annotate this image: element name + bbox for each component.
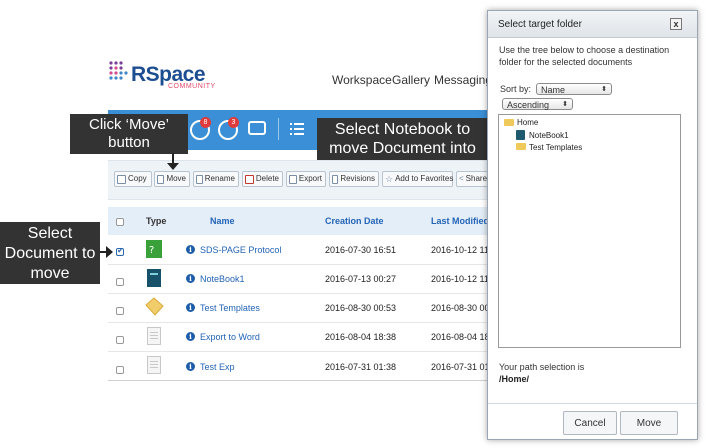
list-view-icon[interactable] [290, 123, 304, 135]
row-checkbox[interactable] [116, 246, 124, 256]
notifications-badge: 8 [200, 117, 211, 128]
last-modified-date: 2016-08-04 18: [431, 332, 493, 342]
creation-date: 2016-07-31 01:38 [325, 362, 397, 372]
sort-order-select[interactable]: Ascending ⬍ [502, 98, 573, 110]
move-button[interactable]: Move [154, 171, 190, 187]
path-selection-value: /Home/ [499, 374, 530, 384]
row-checkbox[interactable] [116, 307, 124, 315]
rspace-logo-icon [109, 61, 128, 80]
column-header-last-modified[interactable]: Last Modified [431, 216, 489, 226]
creation-date: 2016-08-04 18:38 [325, 332, 397, 342]
tree-node-notebook1[interactable]: NoteBook1 [529, 131, 569, 140]
copy-button[interactable]: Copy [114, 171, 152, 187]
callout-document-arrow [100, 246, 113, 258]
row-checkbox[interactable] [116, 336, 124, 344]
select-all-checkbox[interactable] [116, 218, 124, 226]
creation-date: 2016-07-30 16:51 [325, 245, 397, 255]
nav-workspace[interactable]: Workspace [332, 73, 392, 87]
document-icon [147, 356, 161, 374]
copy-icon [117, 174, 126, 184]
document-name-link[interactable]: SDS-PAGE Protocol [200, 245, 281, 255]
nav-gallery[interactable]: Gallery [392, 73, 430, 87]
rspace-logo-subtitle: COMMUNITY [168, 83, 216, 90]
info-icon[interactable]: i [186, 362, 195, 371]
sort-by-label: Sort by: [500, 84, 532, 94]
move-icon [157, 174, 165, 184]
document-icon [147, 327, 161, 345]
delete-button[interactable]: Delete [242, 171, 283, 187]
row-checkbox[interactable] [116, 278, 124, 286]
dialog-title: Select target folder [498, 19, 582, 30]
dialog-footer-divider [488, 403, 697, 404]
info-icon[interactable]: i [186, 303, 195, 312]
select-arrows-icon: ⬍ [601, 86, 607, 93]
select-arrows-icon: ⬍ [562, 101, 568, 108]
delete-icon [245, 174, 254, 184]
last-modified-date: 2016-07-31 01: [431, 362, 493, 372]
path-selection-label: Your path selection is [499, 362, 585, 372]
info-icon[interactable]: i [186, 274, 195, 283]
cancel-button[interactable]: Cancel [563, 411, 617, 435]
folder-icon [504, 119, 514, 126]
callout-document: Select Document to move [0, 222, 100, 284]
dialog-instructions: Use the tree below to choose a destinati… [499, 45, 670, 67]
info-icon[interactable]: i [186, 245, 195, 254]
document-name-link[interactable]: Export to Word [200, 332, 260, 342]
info-icon[interactable]: i [186, 332, 195, 341]
rename-icon [196, 174, 203, 184]
move-confirm-button[interactable]: Move [620, 411, 678, 435]
document-name-link[interactable]: NoteBook1 [200, 274, 245, 284]
structured-document-icon: ? [146, 240, 162, 258]
rename-button[interactable]: Rename [193, 171, 239, 187]
last-modified-date: 2016-08-30 00: [431, 303, 493, 313]
callout-notebook: Select Notebook to move Document into [317, 118, 488, 160]
row-checkbox[interactable] [116, 366, 124, 374]
sort-by-select[interactable]: Name ⬍ [536, 83, 612, 95]
add-to-favorites-button[interactable]: ☆ Add to Favorites [382, 171, 453, 187]
notebook-icon [147, 269, 161, 287]
share-icon: < [459, 174, 464, 183]
creation-date: 2016-07-13 00:27 [325, 274, 397, 284]
export-icon [289, 174, 297, 184]
folder-icon [145, 297, 164, 316]
star-icon: ☆ [385, 174, 394, 184]
messages-badge: 3 [228, 117, 239, 128]
callout-move: Click ‘Move’ button [70, 114, 188, 154]
column-header-name[interactable]: Name [210, 216, 235, 226]
inbox-icon[interactable] [248, 121, 266, 135]
creation-date: 2016-08-30 00:53 [325, 303, 397, 313]
revisions-icon [332, 174, 339, 184]
column-header-creation-date[interactable]: Creation Date [325, 216, 384, 226]
nav-messaging[interactable]: Messaging [434, 73, 492, 87]
document-name-link[interactable]: Test Exp [200, 362, 235, 372]
column-header-type[interactable]: Type [146, 216, 166, 226]
folder-icon [516, 143, 526, 150]
last-modified-date: 2016-10-12 11: [431, 274, 492, 284]
document-name-link[interactable]: Test Templates [200, 303, 260, 313]
svg-text:?: ? [149, 245, 154, 256]
notebook-icon [516, 130, 525, 140]
tree-node-home[interactable]: Home [517, 118, 538, 127]
last-modified-date: 2016-10-12 11: [431, 245, 492, 255]
header-divider [278, 118, 279, 140]
export-button[interactable]: Export [286, 171, 326, 187]
table-bottom-border [108, 380, 500, 381]
callout-move-arrow [167, 153, 179, 170]
dialog-close-button[interactable]: x [670, 18, 682, 30]
revisions-button[interactable]: Revisions [329, 171, 379, 187]
tree-node-test-templates[interactable]: Test Templates [529, 143, 582, 152]
